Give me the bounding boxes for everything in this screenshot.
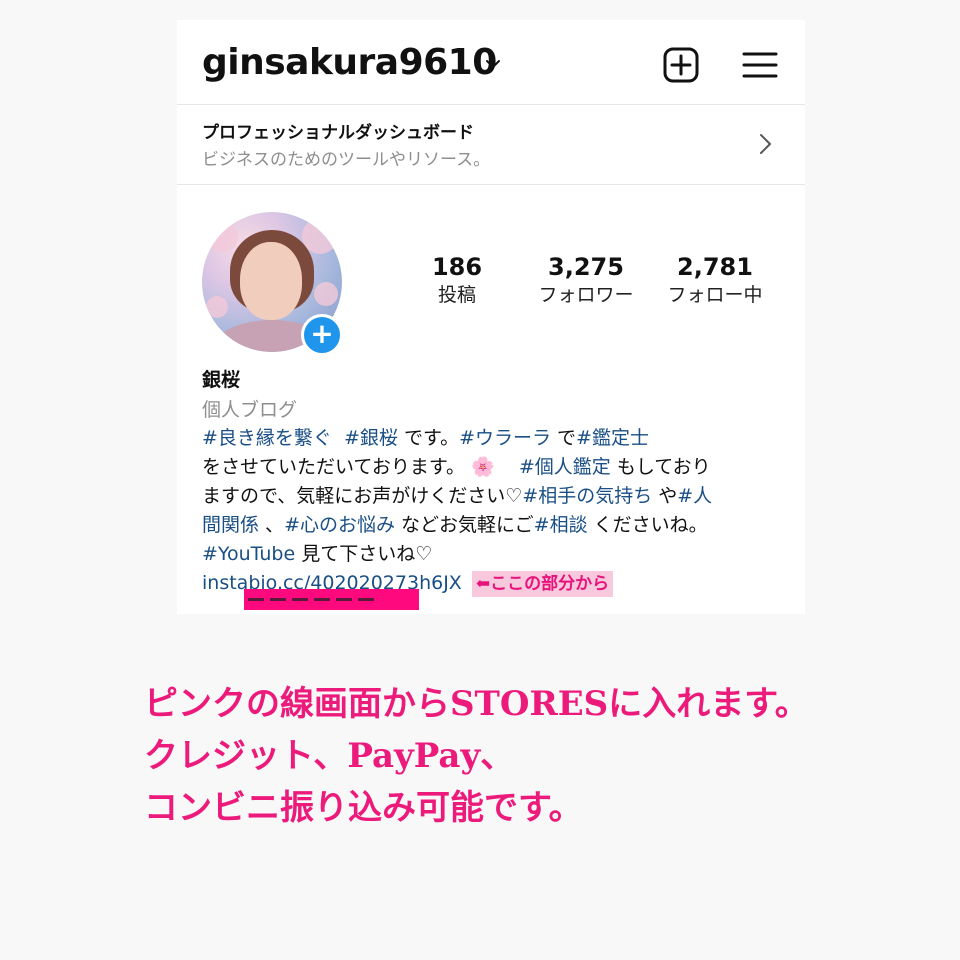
hashtag[interactable]: #YouTube <box>202 543 295 565</box>
hashtag[interactable]: #個人鑑定 <box>519 456 611 478</box>
hashtag[interactable]: #人 <box>677 485 712 507</box>
hashtag[interactable]: #相談 <box>534 514 588 536</box>
username[interactable]: ginsakura9610 <box>202 42 497 83</box>
dashboard-subtitle: ビジネスのためのツールやリソース。 <box>202 150 491 170</box>
plus-square-icon[interactable] <box>663 47 699 83</box>
chevron-down-icon[interactable] <box>483 54 503 74</box>
stat-followers[interactable]: 3,275 フォロワー <box>521 252 651 308</box>
hamburger-menu-icon[interactable] <box>742 50 778 80</box>
hashtag[interactable]: #鑑定士 <box>576 427 649 449</box>
chevron-right-icon <box>760 134 771 154</box>
stat-posts[interactable]: 186 投稿 <box>392 252 522 308</box>
hashtag[interactable]: #心のお悩み <box>284 514 395 536</box>
hashtag[interactable]: #銀桜 <box>344 427 398 449</box>
bio-text: です。 <box>397 427 460 449</box>
professional-dashboard-row[interactable]: プロフェッショナルダッシュボード ビジネスのためのツールやリソース。 <box>177 105 805 185</box>
bio-text: 、 <box>259 514 285 536</box>
following-count: 2,781 <box>677 253 753 281</box>
profile-bio: #良き縁を繋ぐ #銀桜 です。#ウラーラ で#鑑定士 をさせていただいております… <box>202 424 782 598</box>
hashtag[interactable]: #ウラーラ <box>459 427 551 449</box>
followers-count: 3,275 <box>548 253 624 281</box>
bio-text: をさせていただいております。 <box>202 456 465 478</box>
caption: ピンクの線画面からSTORESに入れます。 クレジット、PayPay、 コンビニ… <box>144 678 944 834</box>
bio-text: ますので、気軽にお声がけください♡ <box>202 485 523 507</box>
profile-category: 個人ブログ <box>202 399 298 421</box>
stat-following[interactable]: 2,781 フォロー中 <box>650 252 780 308</box>
profile-header: ginsakura9610 <box>177 20 805 105</box>
hashtag[interactable]: #相手の気持ち <box>522 485 652 507</box>
cherry-blossom-emoji: 🌸 <box>471 456 495 478</box>
dashed-line <box>248 598 376 601</box>
pink-highlight-bar <box>244 589 419 610</box>
bio-text: で <box>551 427 577 449</box>
posts-label: 投稿 <box>437 284 476 306</box>
bio-line: #良き縁を繋ぐ #銀桜 です。#ウラーラ で#鑑定士 <box>202 424 782 453</box>
hashtag[interactable]: 間関係 <box>202 514 259 536</box>
bio-text: などお気軽にご <box>394 514 534 536</box>
arrow-note: ⬅ここの部分から <box>471 571 614 597</box>
caption-line: コンビニ振り込み可能です。 <box>144 788 583 828</box>
hashtag[interactable]: #良き縁を繋ぐ <box>202 427 332 449</box>
bio-text: くださいね。 <box>587 514 708 536</box>
bio-line: #YouTube 見て下さいね♡ <box>202 540 782 569</box>
bio-line: をさせていただいております。 🌸 #個人鑑定 もしており <box>202 453 782 482</box>
posts-count: 186 <box>431 253 483 281</box>
caption-line: クレジット、PayPay、 <box>144 736 515 776</box>
bio-text: もしており <box>610 456 711 478</box>
profile-name: 銀桜 <box>202 369 241 391</box>
profile-card: ginsakura9610 プロフェッショナルダッシュボード ビジネスのためのツ… <box>177 20 805 614</box>
add-story-button[interactable]: + <box>301 314 343 356</box>
bio-text: や <box>652 485 678 507</box>
bio-line: ますので、気軽にお声がけください♡#相手の気持ち や#人 <box>202 482 782 511</box>
following-label: フォロー中 <box>667 284 763 306</box>
caption-line: ピンクの線画面からSTORESに入れます。 <box>144 684 809 724</box>
bio-text: 見て下さいね♡ <box>295 543 433 565</box>
dashboard-title: プロフェッショナルダッシュボード <box>202 123 474 143</box>
followers-label: フォロワー <box>538 284 634 306</box>
bio-line: 間関係 、#心のお悩み などお気軽にご#相談 くださいね。 <box>202 511 782 540</box>
